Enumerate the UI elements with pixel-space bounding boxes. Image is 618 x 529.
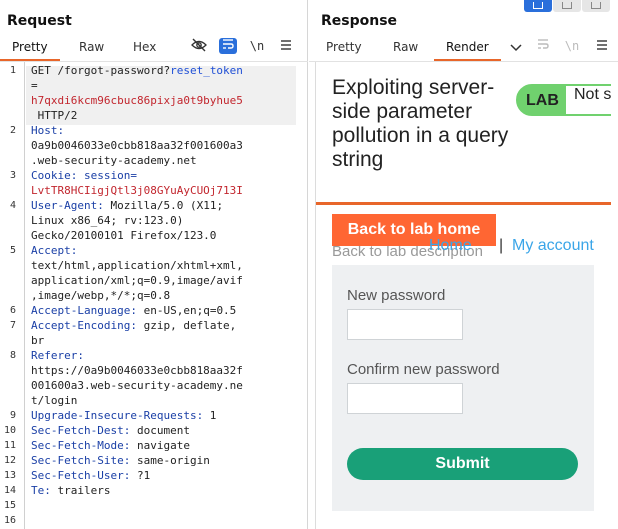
tab-pretty[interactable]: Pretty — [326, 37, 362, 61]
line-number: 11 — [3, 440, 16, 451]
new-password-input[interactable] — [347, 309, 463, 340]
eye-slash-icon[interactable] — [190, 38, 208, 54]
wrap-icon[interactable] — [219, 38, 237, 54]
line-number: 15 — [3, 500, 16, 511]
code-line: ,image/webp,*/*;q=0.8 — [31, 289, 171, 302]
code-line: HTTP/2 — [31, 109, 78, 122]
menu-icon[interactable] — [277, 38, 295, 54]
code-line: Referer: — [31, 349, 84, 362]
code-line: Cookie: session= — [31, 169, 137, 182]
confirm-password-input[interactable] — [347, 383, 463, 414]
line-number: 16 — [3, 515, 16, 526]
code-line: t/login — [31, 394, 78, 407]
line-number: 4 — [9, 200, 16, 211]
response-title: Response — [321, 13, 398, 29]
code-line: 001600a3.web-security-academy.ne — [31, 379, 243, 392]
tab-raw[interactable]: Raw — [393, 37, 418, 61]
code-line: Sec-Fetch-Site: same-origin — [31, 454, 210, 467]
code-line: Te: trailers — [31, 484, 111, 497]
code-line: Accept-Encoding: gzip, deflate, — [31, 319, 237, 332]
code-line: Sec-Fetch-Dest: document — [31, 424, 190, 437]
line-number: 1 — [9, 65, 16, 76]
request-pane: Request Pretty Raw Hex \n 1 2 3 4 5 6 7 … — [0, 0, 308, 529]
submit-button[interactable]: Submit — [347, 448, 578, 480]
lab-status-badge: LAB Not s — [516, 84, 611, 116]
code-line: Sec-Fetch-Mode: navigate — [31, 439, 190, 452]
line-number: 6 — [9, 305, 16, 316]
response-pane: Response Pretty Raw Render \n Exploiting… — [309, 0, 618, 529]
lab-status-text: Not s — [566, 86, 611, 114]
tab-raw[interactable]: Raw — [79, 37, 104, 61]
line-number: 10 — [3, 425, 16, 436]
nav-separator: | — [499, 237, 504, 254]
split-view-icon[interactable] — [524, 0, 552, 12]
line-number: 3 — [9, 170, 16, 181]
code-line: GET /forgot-password?reset_token — [31, 64, 243, 77]
chevron-down-icon[interactable] — [507, 40, 525, 56]
code-line: Accept: — [31, 244, 78, 257]
nav-my-account-link[interactable]: My account — [512, 237, 594, 255]
single-view-icon[interactable] — [582, 0, 610, 12]
tab-render[interactable]: Render — [434, 37, 501, 61]
nav-home-link[interactable]: Home — [429, 237, 472, 255]
code-line: Linux x86_64; rv:123.0) — [31, 214, 184, 227]
wrap-icon[interactable] — [534, 38, 552, 54]
tab-hex[interactable]: Hex — [133, 37, 156, 61]
code-line: Host: — [31, 124, 65, 137]
request-title: Request — [7, 13, 72, 29]
line-number: 8 — [9, 350, 16, 361]
confirm-password-label: Confirm new password — [347, 361, 500, 378]
line-number-gutter: 1 2 3 4 5 6 7 8 9 10 11 12 13 14 15 16 — [0, 62, 25, 529]
code-line: = — [31, 79, 38, 92]
tab-pretty[interactable]: Pretty — [0, 37, 60, 61]
code-line: .web-security-academy.net — [31, 154, 197, 167]
line-number: 7 — [9, 320, 16, 331]
menu-icon[interactable] — [593, 38, 611, 54]
newline-toggle[interactable]: \n — [248, 38, 266, 54]
code-line: https://0a9b0046033e0cbb818aa32f — [31, 364, 243, 377]
header-divider — [316, 202, 611, 205]
code-line: Gecko/20100101 Firefox/123.0 — [31, 229, 217, 242]
code-line: User-Agent: Mozilla/5.0 (X11; — [31, 199, 224, 212]
change-password-form: New password Confirm new password Submit — [332, 265, 594, 511]
lab-badge-label: LAB — [526, 92, 559, 109]
horizontal-view-icon[interactable] — [553, 0, 581, 12]
code-line: LvtTR8HCIigjQtl3j08GYuAyCUOj713I — [31, 184, 243, 197]
line-number: 2 — [9, 125, 16, 136]
code-line: 0a9b0046033e0cbb818aa32f001600a3 — [31, 139, 243, 152]
line-number: 5 — [9, 245, 16, 256]
line-number: 9 — [9, 410, 16, 421]
tabs-divider — [0, 61, 308, 62]
code-line: application/xml;q=0.9,image/avif — [31, 274, 243, 287]
newline-toggle[interactable]: \n — [563, 38, 581, 54]
new-password-label: New password — [347, 287, 446, 304]
code-line: Accept-Language: en-US,en;q=0.5 — [31, 304, 237, 317]
rendered-page: Exploiting server-side parameter polluti… — [315, 62, 611, 529]
lab-title: Exploiting server-side parameter polluti… — [332, 76, 509, 171]
code-line: h7qxdi6kcm96cbuc86pixja0t9byhue5 — [31, 94, 243, 107]
code-line: Upgrade-Insecure-Requests: 1 — [31, 409, 217, 422]
line-number: 13 — [3, 470, 16, 481]
line-number: 12 — [3, 455, 16, 466]
line-number: 14 — [3, 485, 16, 496]
code-line: text/html,application/xhtml+xml, — [31, 259, 243, 272]
code-line: br — [31, 334, 45, 347]
code-line: Sec-Fetch-User: ?1 — [31, 469, 151, 482]
